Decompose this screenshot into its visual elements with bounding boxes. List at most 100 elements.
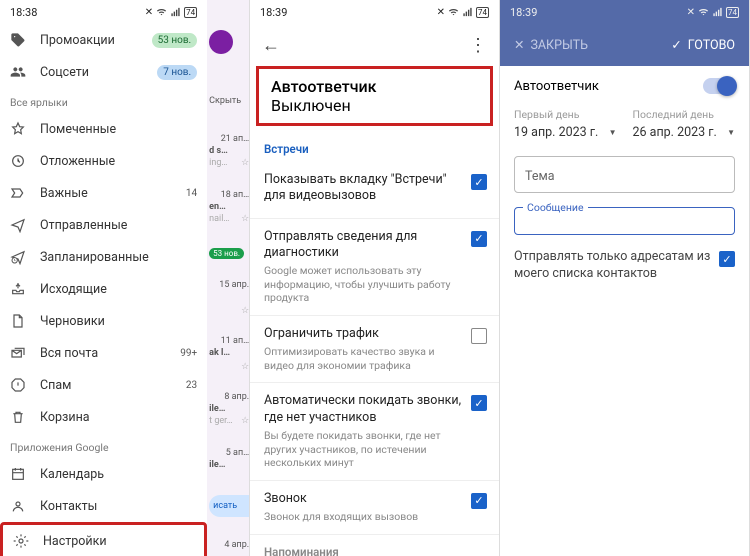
calendar-icon: [10, 466, 26, 482]
bg-date: 5 ап…: [209, 448, 249, 458]
drawer-snoozed[interactable]: Отложенные: [0, 145, 207, 177]
background-inbox-sliver: Скрыть 21 ап… d s… ing…☆ 18 ап… en… nail…: [207, 0, 249, 556]
bg-snip: nail…: [209, 214, 229, 224]
drawer-sent[interactable]: Отправленные: [0, 209, 207, 241]
checkbox[interactable]: [471, 493, 487, 509]
chevron-down-icon: ▼: [727, 128, 735, 137]
drawer-social[interactable]: Соцсети 7 нов.: [0, 56, 207, 88]
checkbox[interactable]: [471, 395, 487, 411]
setting-subtitle: Оптимизировать качество звука и видео дл…: [264, 345, 463, 372]
allmail-icon: [10, 345, 26, 361]
first-day-picker[interactable]: Первый день 19 апр. 2023 г.▼: [514, 108, 617, 140]
bg-date: 8 апр.: [209, 392, 249, 402]
drawer-starred[interactable]: Помеченные: [0, 113, 207, 145]
done-label: ГОТОВО: [688, 38, 735, 53]
send-icon: [10, 217, 26, 233]
drawer-settings[interactable]: Настройки: [0, 522, 207, 556]
bg-date: 4 апр.: [209, 540, 249, 550]
important-icon: [10, 185, 26, 201]
more-button[interactable]: ⋮: [469, 35, 487, 56]
drafts-icon: [10, 313, 26, 329]
contacts-only-label: Отправлять только адресатам из моего спи…: [514, 249, 711, 283]
bg-date: 15 апр.: [209, 280, 249, 290]
drawer-label: Корзина: [40, 410, 197, 425]
contact-icon: [10, 498, 26, 514]
drawer-trash[interactable]: Корзина: [0, 401, 207, 433]
drawer-important[interactable]: Важные14: [0, 177, 207, 209]
status-icons: ✕ 74: [145, 7, 197, 18]
message-input[interactable]: Сообщение: [514, 207, 735, 235]
contacts-only-row[interactable]: Отправлять только адресатам из моего спи…: [514, 249, 735, 283]
setting-diagnostics[interactable]: Отправлять сведения для диагностики Goog…: [250, 219, 499, 316]
drawer-label: Настройки: [43, 534, 194, 549]
setting-autoresponder[interactable]: Автоответчик Выключен: [256, 66, 493, 126]
drawer-label: Промоакции: [40, 33, 138, 48]
close-label: ЗАКРЫТЬ: [530, 38, 588, 53]
status-bar: 18:39 ✕ 74: [500, 0, 749, 24]
checkbox[interactable]: [471, 231, 487, 247]
setting-title: Ограничить трафик: [264, 326, 463, 342]
star-icon: ☆: [241, 158, 249, 168]
status-bar: 18:39 ✕ 74: [250, 0, 499, 24]
drawer-label: Черновики: [40, 314, 197, 329]
drawer-spam[interactable]: Спам23: [0, 369, 207, 401]
drawer-label: Отправленные: [40, 218, 197, 233]
setting-ringtone[interactable]: Звонок Звонок для входящих вызовов: [250, 481, 499, 535]
drawer-all-mail[interactable]: Вся почта99+: [0, 337, 207, 369]
social-badge: 7 нов.: [157, 65, 197, 80]
back-button[interactable]: ←: [262, 35, 280, 56]
star-icon: ☆: [241, 362, 249, 372]
bg-hide: Скрыть: [209, 96, 249, 106]
autoresponder-title: Автоответчик: [271, 77, 478, 96]
checkbox[interactable]: [719, 251, 735, 267]
clock-icon: [10, 153, 26, 169]
check-icon: ✓: [671, 37, 681, 53]
signal-icon: [712, 7, 723, 18]
setting-auto-leave[interactable]: Автоматически покидать звонки, где нет у…: [250, 383, 499, 480]
enable-toggle[interactable]: [703, 78, 735, 94]
last-day-picker[interactable]: Последний день 26 апр. 2023 г.▼: [633, 108, 736, 140]
bg-date: 18 ап…: [209, 190, 249, 200]
close-button[interactable]: ✕ЗАКРЫТЬ: [514, 37, 588, 53]
star-icon: ☆: [241, 306, 249, 316]
drawer-scheduled[interactable]: Запланированные: [0, 241, 207, 273]
drawer-section-googleapps: Приложения Google: [0, 433, 207, 458]
first-day-value: 19 апр. 2023 г.: [514, 125, 598, 140]
star-icon: ☆: [241, 416, 249, 426]
checkbox[interactable]: [471, 174, 487, 190]
done-button[interactable]: ✓ ГОТОВО: [671, 37, 735, 53]
drawer-drafts[interactable]: Черновики: [0, 305, 207, 337]
checkbox[interactable]: [471, 328, 487, 344]
drawer-promotions[interactable]: Промоакции 53 нов.: [0, 24, 207, 56]
settings-scroll[interactable]: Автоответчик Выключен Встречи Показывать…: [250, 66, 499, 556]
signal-icon: [170, 7, 181, 18]
setting-subtitle: Звонок для входящих вызовов: [264, 510, 463, 524]
bg-badge: 53 нов.: [209, 248, 244, 259]
drawer-outbox[interactable]: Исходящие: [0, 273, 207, 305]
bg-sender: ile…: [209, 404, 249, 414]
outbox-icon: [10, 281, 26, 297]
form-topbar: ✕ЗАКРЫТЬ ✓ ГОТОВО: [500, 24, 749, 66]
gear-icon: [13, 533, 29, 549]
bg-sender: ak l…: [209, 348, 249, 358]
mute-icon: ✕: [145, 7, 153, 18]
wifi-icon: [156, 7, 167, 18]
drawer-label: Исходящие: [40, 282, 197, 297]
drawer-contacts[interactable]: Контакты: [0, 490, 207, 522]
drawer-section-labels: Все ярлыки: [0, 88, 207, 113]
spam-icon: [10, 377, 26, 393]
drawer-label: Помеченные: [40, 122, 197, 137]
status-time: 18:39: [510, 6, 537, 19]
setting-limit-traffic[interactable]: Ограничить трафик Оптимизировать качеств…: [250, 316, 499, 384]
setting-title: Автоматически покидать звонки, где нет у…: [264, 393, 463, 426]
mute-icon: ✕: [437, 7, 445, 18]
spam-count: 23: [186, 380, 197, 391]
setting-meet-tab[interactable]: Показывать вкладку "Встречи" для видеовы…: [250, 162, 499, 219]
drawer-calendar[interactable]: Календарь: [0, 458, 207, 490]
compose-btn-sliver[interactable]: исать: [209, 495, 249, 517]
star-icon: ☆: [241, 214, 249, 224]
signal-icon: [462, 7, 473, 18]
bg-sender: ile…: [209, 460, 249, 470]
subject-input[interactable]: Тема: [514, 156, 735, 193]
chevron-down-icon: ▼: [609, 128, 617, 137]
